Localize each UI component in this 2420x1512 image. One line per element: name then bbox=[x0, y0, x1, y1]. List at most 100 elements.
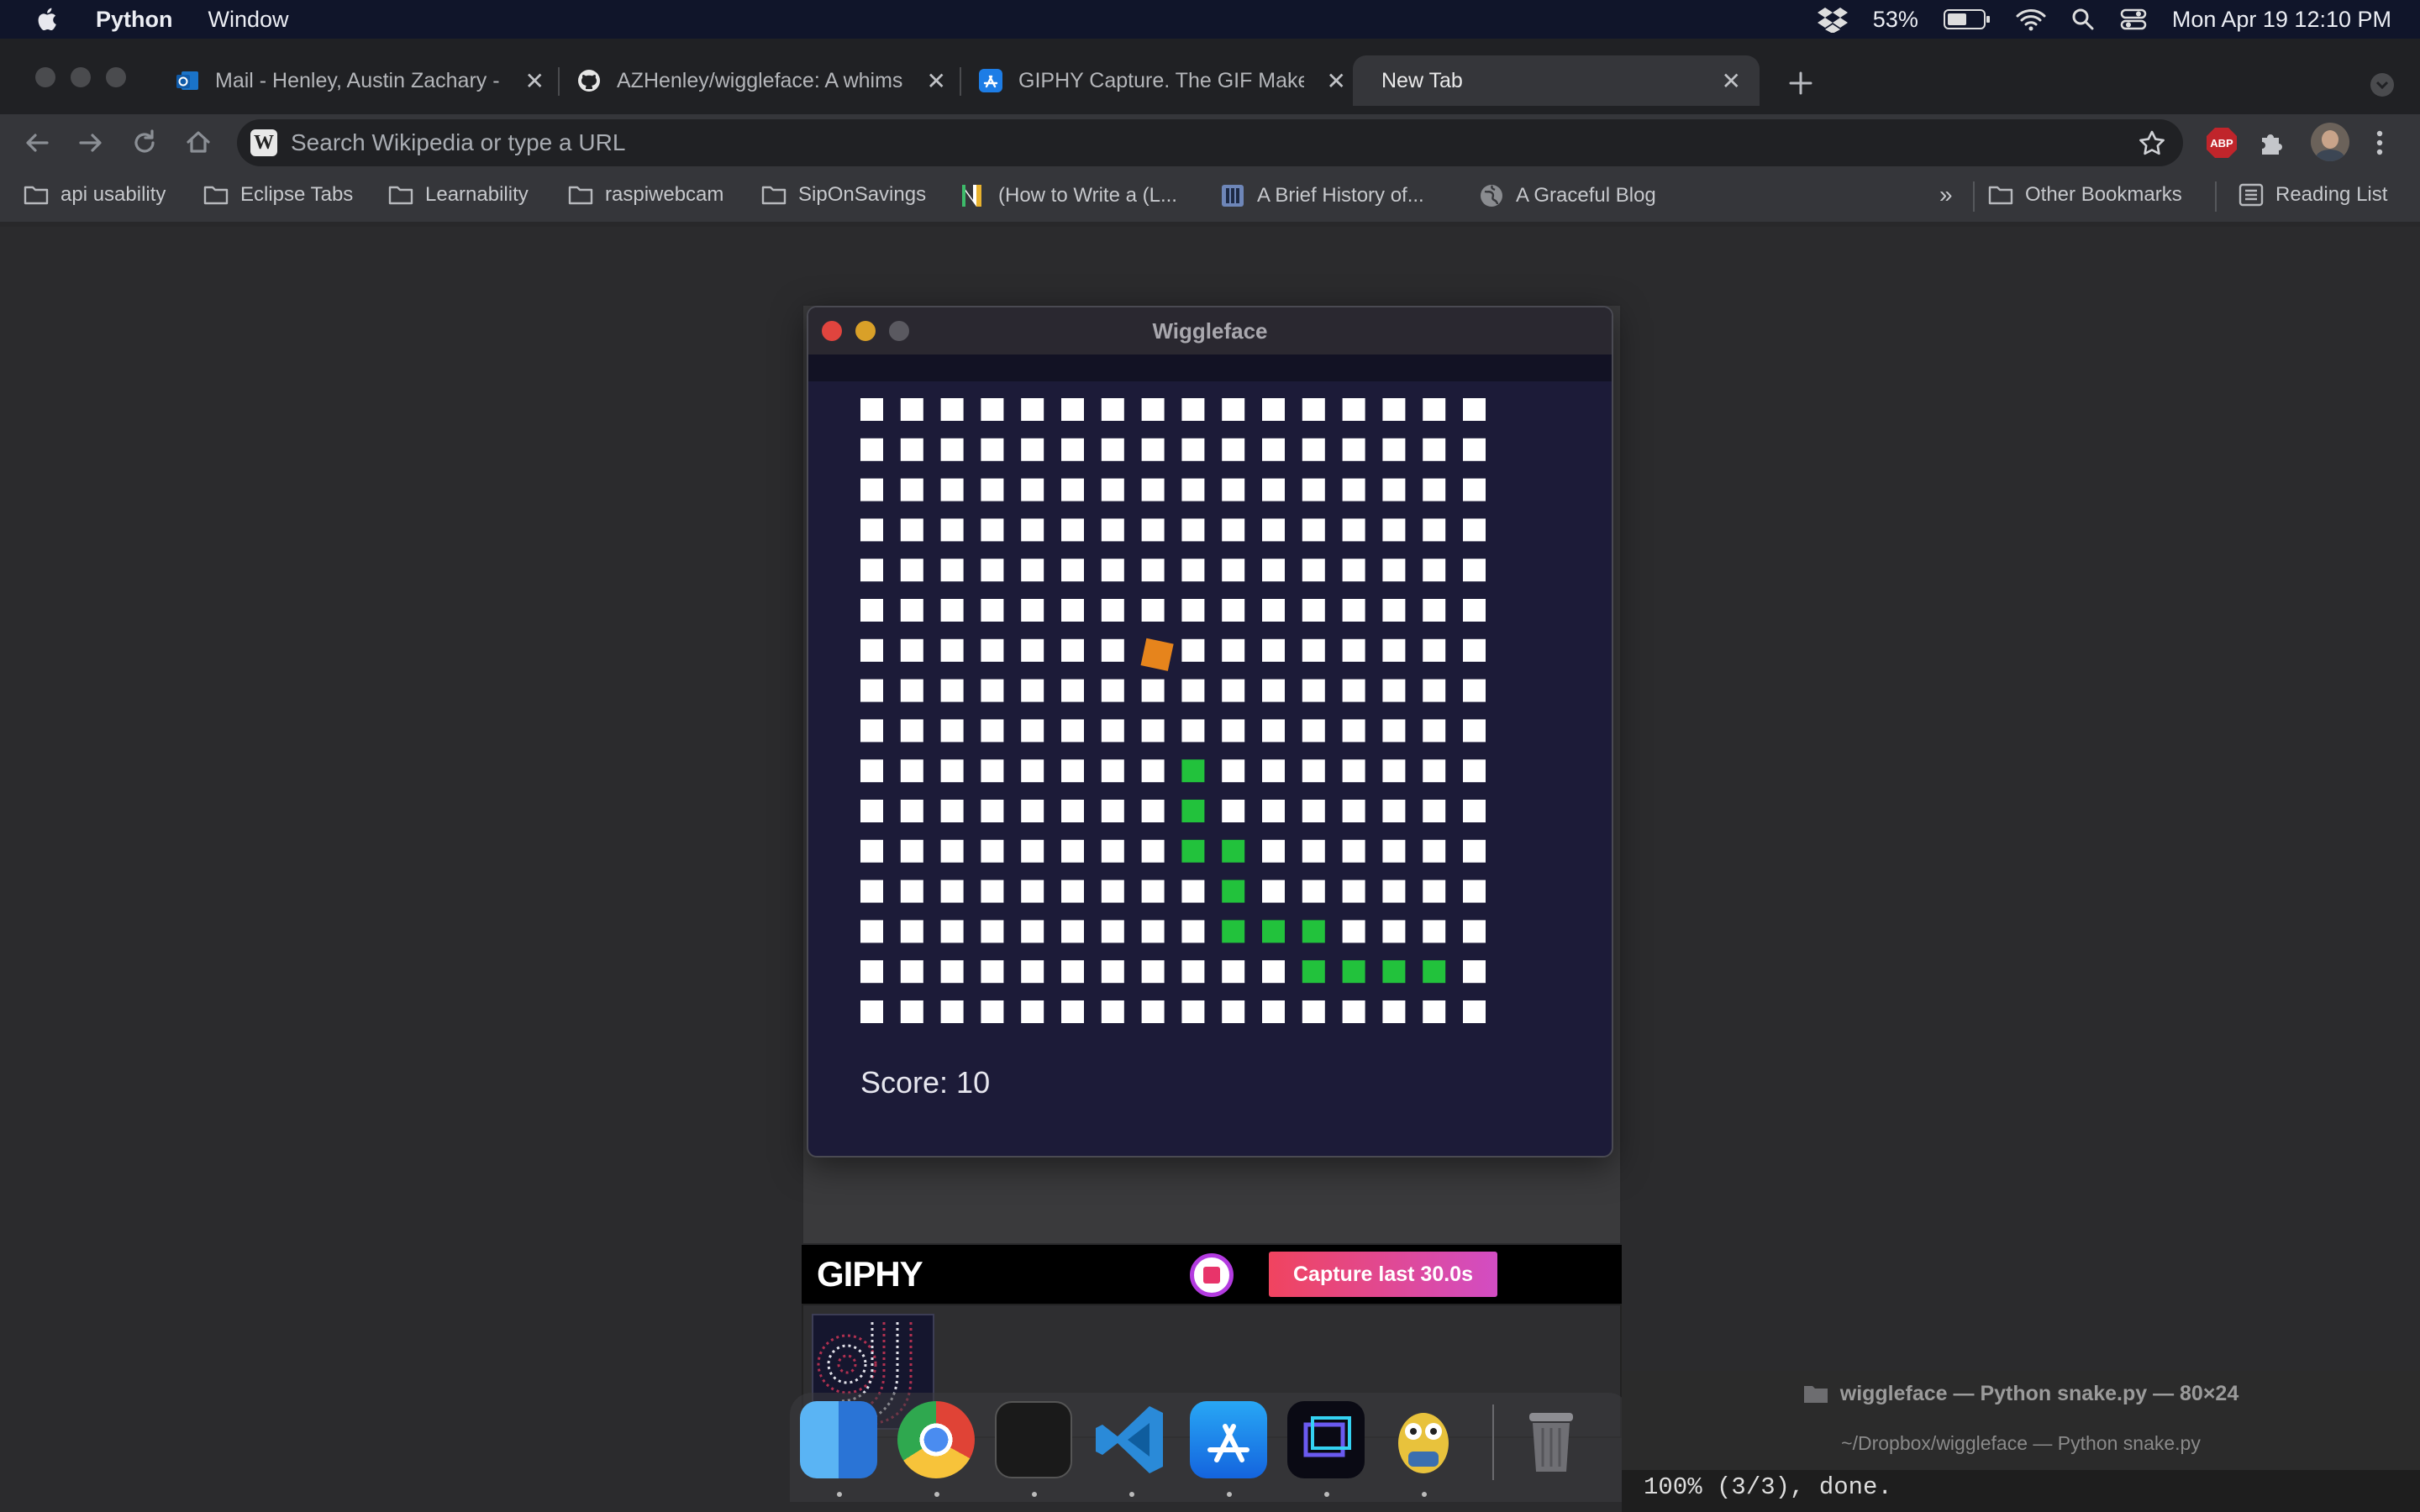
running-indicator bbox=[1324, 1492, 1329, 1497]
more-menu-icon[interactable] bbox=[2371, 126, 2388, 160]
grid-cell bbox=[1302, 719, 1325, 743]
snake-segment bbox=[1342, 960, 1365, 984]
bookmark-folder[interactable]: SipOnSavings bbox=[761, 183, 926, 207]
grid-cell bbox=[940, 960, 964, 984]
grid-cell bbox=[1382, 879, 1406, 903]
tab-giphy-capture[interactable]: GIPHY Capture. The GIF Maker ✕ bbox=[978, 55, 1346, 106]
folder-icon bbox=[1803, 1386, 1828, 1403]
grid-cell bbox=[1463, 879, 1486, 903]
vscode-icon[interactable] bbox=[1092, 1401, 1170, 1478]
bookmark-star-icon[interactable] bbox=[2138, 129, 2166, 158]
wiggleface-titlebar[interactable]: Wiggleface bbox=[808, 307, 1612, 354]
grid-cell bbox=[1061, 839, 1084, 863]
bookmarks-divider bbox=[1973, 181, 1975, 212]
grid-cell bbox=[1262, 559, 1285, 582]
back-arrow-icon[interactable] bbox=[20, 126, 54, 160]
wifi-icon[interactable] bbox=[2016, 8, 2046, 31]
adblock-plus-icon[interactable]: ABP bbox=[2205, 126, 2238, 160]
grid-cell bbox=[940, 1000, 964, 1023]
grid-cell bbox=[1302, 800, 1325, 822]
battery-icon[interactable] bbox=[1943, 8, 1991, 30]
apple-icon[interactable] bbox=[34, 5, 62, 34]
tab-label: AZHenley/wiggleface: A whims bbox=[617, 68, 902, 92]
grid-cell bbox=[1141, 800, 1165, 822]
app-name-menu[interactable]: Python bbox=[96, 7, 173, 33]
chrome-icon[interactable] bbox=[897, 1401, 975, 1478]
reading-list-button[interactable]: Reading List bbox=[2238, 183, 2387, 207]
bookmark-link[interactable]: A Brief History of... bbox=[1220, 183, 1424, 208]
grid-cell bbox=[1061, 920, 1084, 943]
zoom-window-button[interactable] bbox=[106, 67, 126, 87]
grid-cell bbox=[1382, 518, 1406, 542]
bookmark-folder[interactable]: raspiwebcam bbox=[568, 183, 723, 207]
close-tab-icon[interactable]: ✕ bbox=[1722, 67, 1741, 95]
grid-cell bbox=[1181, 518, 1205, 542]
tab-new-tab[interactable]: New Tab ✕ bbox=[1353, 55, 1760, 106]
forward-arrow-icon[interactable] bbox=[74, 126, 108, 160]
grid-cell bbox=[1141, 478, 1165, 501]
grid-cell bbox=[860, 800, 883, 822]
python-icon[interactable] bbox=[1385, 1401, 1462, 1478]
grid-cell bbox=[1101, 800, 1124, 822]
bookmark-folder[interactable]: Eclipse Tabs bbox=[203, 183, 353, 207]
bookmark-folder[interactable]: api usability bbox=[24, 183, 166, 207]
capture-button[interactable]: Capture last 30.0s bbox=[1269, 1252, 1497, 1297]
grid-cell bbox=[1463, 920, 1486, 943]
tab-github[interactable]: AZHenley/wiggleface: A whims ✕ bbox=[576, 55, 946, 106]
grid-cell bbox=[1262, 398, 1285, 421]
grid-cell bbox=[1342, 599, 1365, 622]
grid-cell bbox=[1262, 719, 1285, 743]
snake-segment bbox=[1382, 960, 1406, 984]
extensions-puzzle-icon[interactable] bbox=[2257, 128, 2287, 158]
bookmark-link[interactable]: A Graceful Blog bbox=[1479, 183, 1656, 208]
dropbox-icon[interactable] bbox=[1817, 6, 1848, 33]
giphy-capture-icon[interactable] bbox=[1287, 1401, 1365, 1478]
address-bar[interactable]: W Search Wikipedia or type a URL bbox=[237, 119, 2183, 166]
grid-cell bbox=[1463, 1000, 1486, 1023]
minimize-window-button[interactable] bbox=[71, 67, 91, 87]
close-window-button[interactable] bbox=[35, 67, 55, 87]
grid-cell bbox=[940, 759, 964, 783]
window-menu[interactable]: Window bbox=[208, 7, 289, 33]
stop-recording-button[interactable] bbox=[1190, 1253, 1234, 1297]
bookmark-link[interactable]: (How to Write a (L... bbox=[960, 183, 1177, 208]
minimize-window-button[interactable] bbox=[855, 321, 876, 341]
tab-search-dropdown-icon[interactable] bbox=[2370, 72, 2395, 97]
terminal-titlebar[interactable]: wiggleface — Python snake.py — 80×24 bbox=[1622, 1371, 2420, 1416]
profile-avatar[interactable] bbox=[2311, 123, 2349, 161]
grid-cell bbox=[1342, 518, 1365, 542]
terminal-icon[interactable] bbox=[995, 1401, 1072, 1478]
new-tab-plus-icon[interactable] bbox=[1788, 71, 1813, 96]
grid-cell bbox=[1222, 759, 1245, 783]
close-window-button[interactable] bbox=[822, 321, 842, 341]
bookmark-label: raspiwebcam bbox=[605, 183, 724, 206]
bookmark-label: (How to Write a (L... bbox=[998, 184, 1177, 207]
grid-cell bbox=[981, 638, 1004, 662]
tab-mail[interactable]: Mail - Henley, Austin Zachary - ✕ bbox=[175, 55, 544, 106]
browser-window-controls bbox=[35, 67, 126, 87]
grid-cell bbox=[940, 398, 964, 421]
grid-cell bbox=[1021, 759, 1044, 783]
grid-cell bbox=[860, 839, 883, 863]
finder-icon[interactable] bbox=[800, 1401, 877, 1478]
grid-cell bbox=[1463, 800, 1486, 822]
close-tab-icon[interactable]: ✕ bbox=[927, 67, 946, 95]
grid-cell bbox=[860, 920, 883, 943]
bookmark-folder[interactable]: Learnability bbox=[388, 183, 529, 207]
spotlight-search-icon[interactable] bbox=[2071, 8, 2095, 31]
grid-cell bbox=[1061, 438, 1084, 461]
grid-cell bbox=[900, 719, 923, 743]
zoom-window-button[interactable] bbox=[889, 321, 909, 341]
control-center-icon[interactable] bbox=[2120, 8, 2147, 31]
other-bookmarks-folder[interactable]: Other Bookmarks bbox=[1988, 183, 2182, 207]
app-store-icon[interactable] bbox=[1190, 1401, 1267, 1478]
home-icon[interactable] bbox=[182, 126, 215, 160]
close-tab-icon[interactable]: ✕ bbox=[525, 67, 544, 95]
grid-cell bbox=[1382, 839, 1406, 863]
bookmarks-overflow-chevron-icon[interactable]: » bbox=[1939, 181, 1953, 208]
trash-icon[interactable] bbox=[1512, 1401, 1590, 1478]
close-tab-icon[interactable]: ✕ bbox=[1327, 67, 1346, 95]
menu-clock[interactable]: Mon Apr 19 12:10 PM bbox=[2172, 7, 2391, 33]
reload-icon[interactable] bbox=[128, 126, 161, 160]
grid-cell bbox=[900, 559, 923, 582]
